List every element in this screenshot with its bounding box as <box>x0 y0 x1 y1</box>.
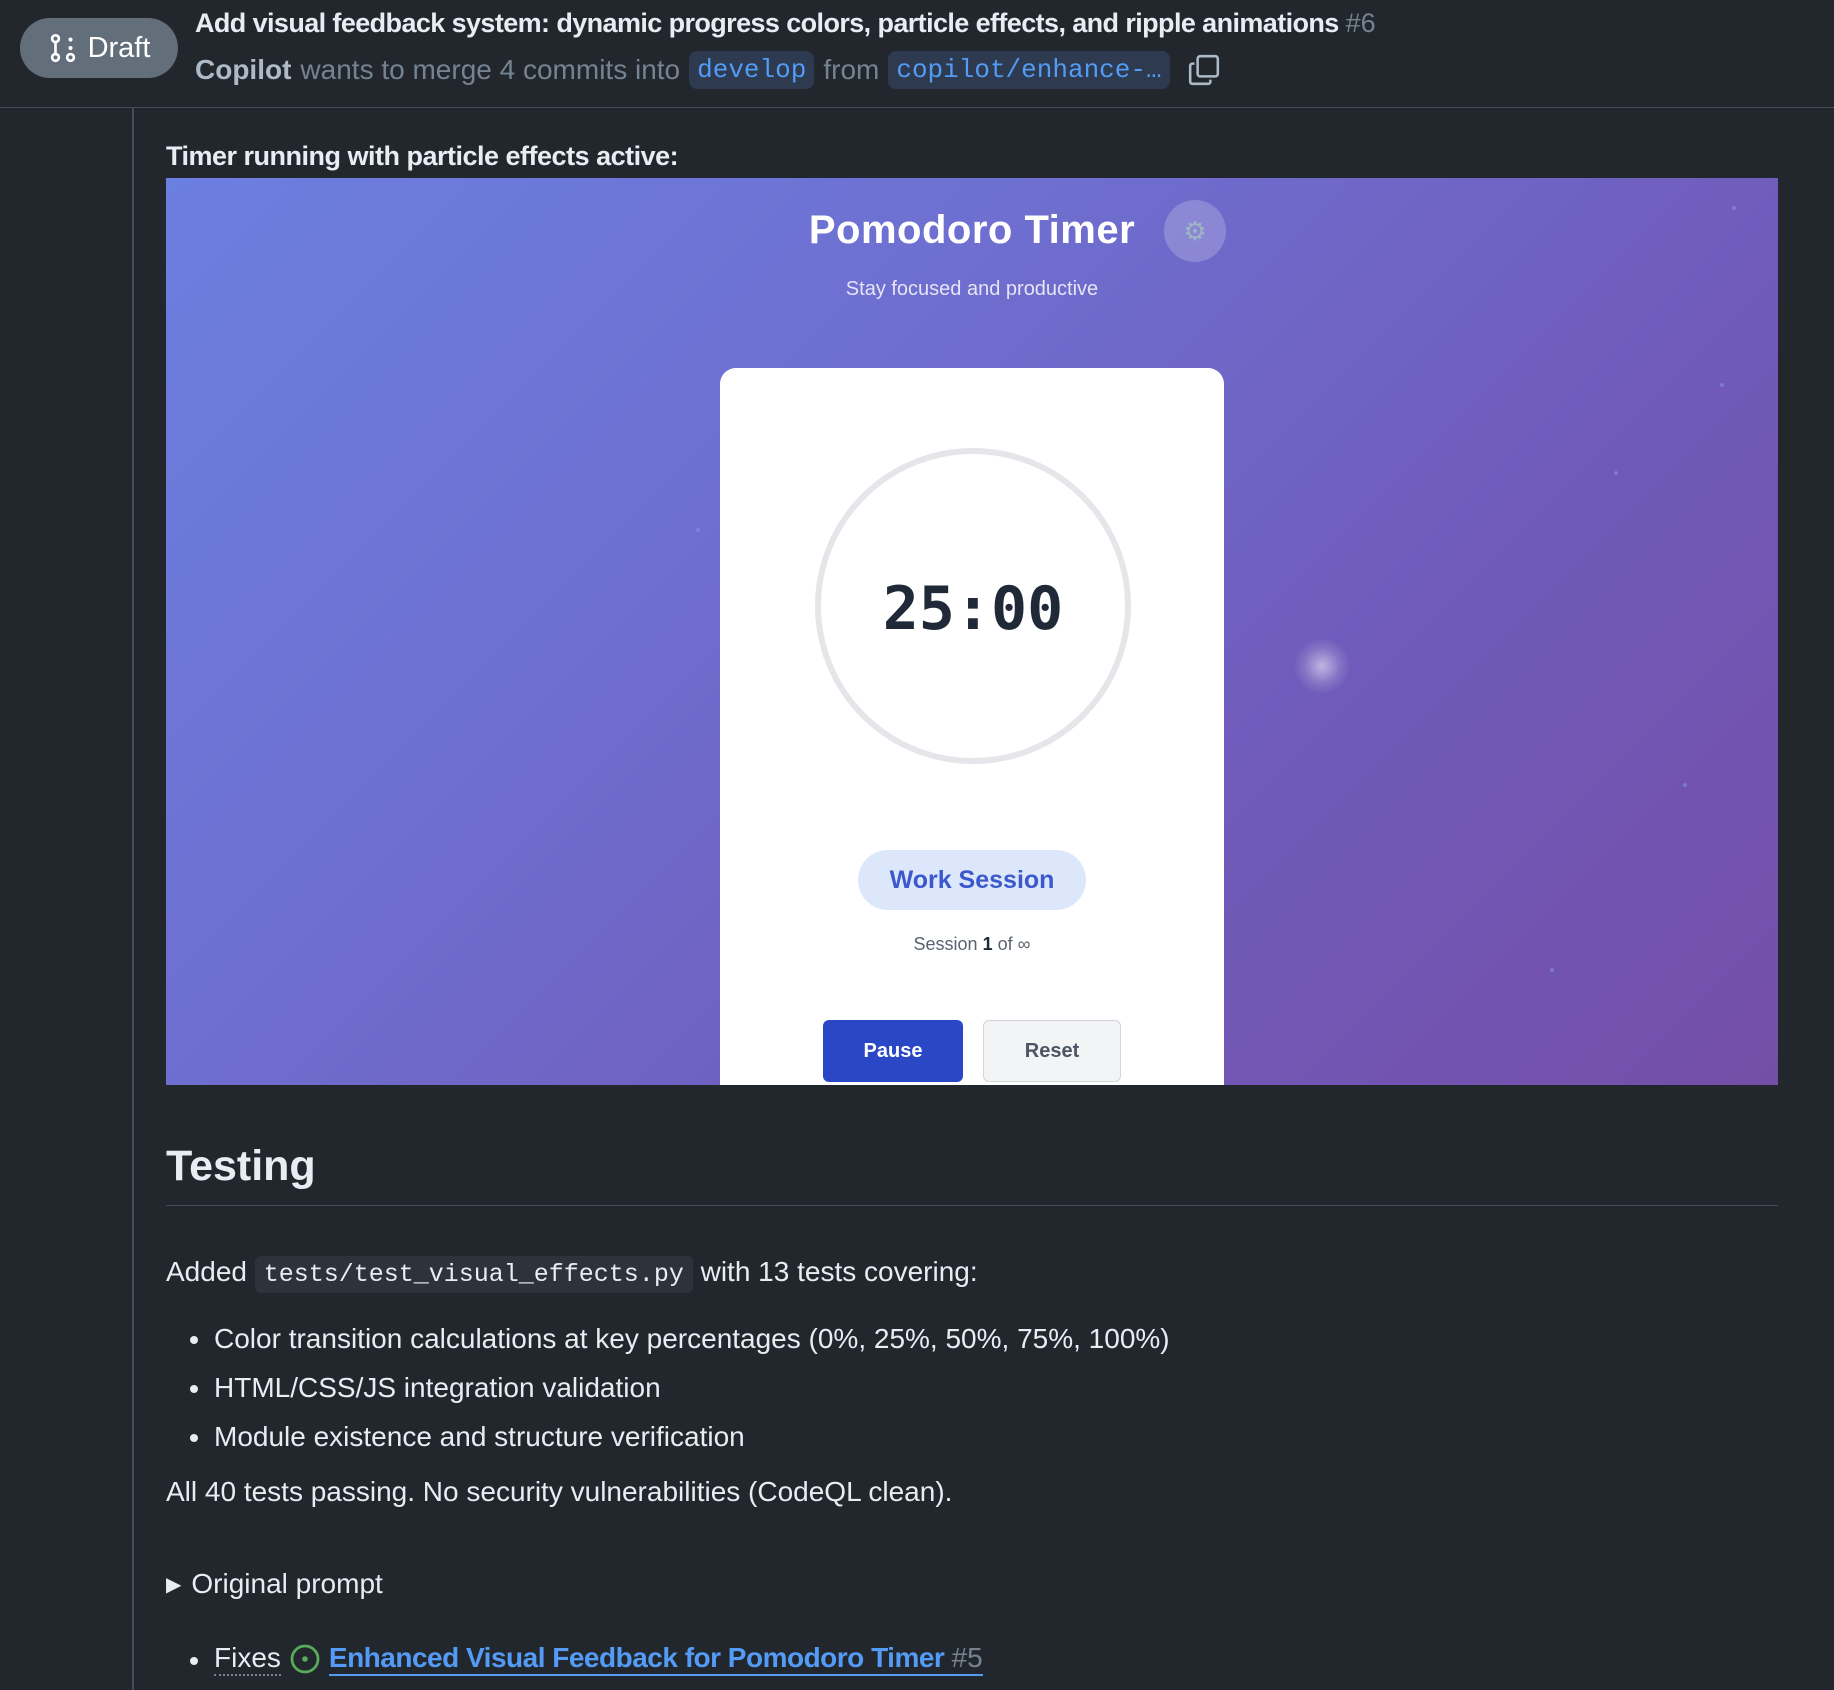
draft-badge: Draft <box>20 18 178 78</box>
session-type-badge: Work Session <box>858 850 1086 910</box>
issue-opened-icon <box>290 1644 320 1674</box>
details-label: Original prompt <box>191 1568 383 1599</box>
test-file-code: tests/test_visual_effects.py <box>254 1256 693 1293</box>
issue-title: Enhanced Visual Feedback for Pomodoro Ti… <box>328 1642 945 1673</box>
session-counter: Session 1 of ∞ <box>720 934 1224 955</box>
added-prefix: Added <box>166 1256 247 1287</box>
pr-author-link[interactable]: Copilot <box>195 54 291 86</box>
test-coverage-list: Color transition calculations at key per… <box>166 1321 1170 1468</box>
app-subtitle: Stay focused and productive <box>845 278 1099 300</box>
screenshot-caption: Timer running with particle effects acti… <box>166 141 679 171</box>
triangle-right-icon: ▶ <box>166 1573 182 1596</box>
fixes-keyword[interactable]: Fixes <box>214 1642 281 1676</box>
list-item: HTML/CSS/JS integration validation <box>166 1370 1170 1419</box>
added-paragraph: Added tests/test_visual_effects.py with … <box>166 1256 978 1293</box>
timer-display: 25:00 <box>882 574 1064 644</box>
pause-button[interactable]: Pause <box>823 1020 963 1082</box>
linked-issue[interactable]: Enhanced Visual Feedback for Pomodoro Ti… <box>328 1642 983 1676</box>
timer-card: 25:00 Work Session Session 1 of ∞ Pause … <box>720 368 1224 1085</box>
copy-icon[interactable] <box>1187 53 1221 87</box>
list-item: Module existence and structure verificat… <box>166 1419 1170 1468</box>
pr-title-text: Add visual feedback system: dynamic prog… <box>195 8 1339 38</box>
pr-title: Add visual feedback system: dynamic prog… <box>195 8 1376 44</box>
session-number: 1 <box>982 934 993 954</box>
draft-label: Draft <box>87 31 151 64</box>
session-suffix: of ∞ <box>997 934 1031 954</box>
embedded-screenshot[interactable]: Pomodoro Timer ⚙ Stay focused and produc… <box>166 178 1778 1085</box>
reset-button[interactable]: Reset <box>983 1020 1121 1082</box>
head-branch[interactable]: copilot/enhance-… <box>888 51 1170 89</box>
issue-number: #5 <box>951 1642 983 1673</box>
particle-glow <box>1294 638 1350 694</box>
original-prompt-toggle[interactable]: ▶ Original prompt <box>166 1568 383 1600</box>
from-text: from <box>823 54 880 85</box>
pr-merge-info: Copilot wants to merge 4 commits into de… <box>195 50 1221 90</box>
fixes-item: Fixes Enhanced Visual Feedback for Pomod… <box>166 1642 983 1676</box>
pr-number: #6 <box>1345 8 1376 38</box>
merge-text: wants to merge 4 commits into <box>300 54 681 85</box>
gear-icon[interactable]: ⚙ <box>1164 200 1226 262</box>
app-title: Pomodoro Timer <box>808 208 1136 252</box>
added-suffix: with 13 tests covering: <box>700 1256 978 1287</box>
timeline-line <box>132 108 134 1690</box>
pr-header: Draft Add visual feedback system: dynami… <box>0 0 1834 108</box>
list-item: Color transition calculations at key per… <box>166 1321 1170 1370</box>
base-branch[interactable]: develop <box>689 51 815 89</box>
session-prefix: Session <box>913 934 978 954</box>
git-pull-request-draft-icon <box>50 33 75 63</box>
testing-heading: Testing <box>166 1142 1778 1206</box>
summary-paragraph: All 40 tests passing. No security vulner… <box>166 1476 953 1507</box>
